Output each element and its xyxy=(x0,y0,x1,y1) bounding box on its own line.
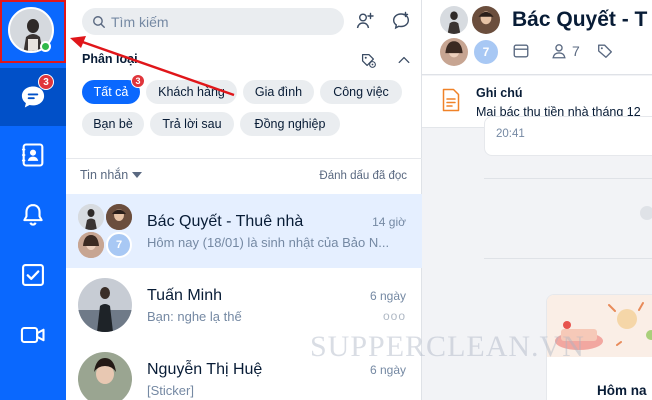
chip-work[interactable]: Công việc xyxy=(320,80,402,104)
conversation-preview: [Sticker] xyxy=(147,383,194,398)
group-avatar-image xyxy=(440,38,468,66)
chat-header: 7 Bác Quyết - T 7 xyxy=(422,0,652,75)
watermark: SUPPERCLEAN.VN xyxy=(310,330,585,363)
note-title: Ghi chú xyxy=(476,86,523,100)
tag-icon xyxy=(598,44,612,58)
chat-title: Bác Quyết - T xyxy=(512,8,648,31)
group-member-avatar xyxy=(78,204,104,230)
chevron-up-icon xyxy=(398,56,410,64)
caret-down-icon xyxy=(132,172,143,178)
group-avatar-image xyxy=(78,204,104,230)
message-filter-label: Tin nhắn xyxy=(80,168,129,182)
create-group-button[interactable] xyxy=(388,8,414,34)
birthday-card-text: Hôm na xyxy=(597,383,647,398)
category-header: Phân loại xyxy=(82,52,138,66)
conversation-preview: Bạn: nghe lạ thế xyxy=(147,309,242,324)
divider xyxy=(66,158,422,159)
group-member-avatar xyxy=(78,232,104,258)
group-info-button[interactable] xyxy=(512,40,530,62)
chip-colleagues[interactable]: Đồng nghiệp xyxy=(240,112,340,136)
divider xyxy=(484,178,652,179)
add-friend-button[interactable] xyxy=(352,8,378,34)
chat-plus-icon xyxy=(392,11,410,30)
search-icon xyxy=(93,15,105,28)
messages-badge: 3 xyxy=(38,74,54,90)
group-avatar-image xyxy=(472,6,500,34)
chip-reply-later[interactable]: Trả lời sau xyxy=(150,112,234,136)
chip-customers[interactable]: Khách hàng xyxy=(146,80,237,104)
chip-label: Bạn bè xyxy=(93,117,133,131)
mark-all-read-link[interactable]: Đánh dấu đã đọc xyxy=(319,170,407,182)
contacts-book-icon xyxy=(21,143,44,167)
chip-family[interactable]: Gia đình xyxy=(243,80,314,104)
rail-messages[interactable]: 3 xyxy=(0,68,66,126)
group-avatar-image xyxy=(106,204,132,230)
chip-label: Tất cả xyxy=(93,85,129,99)
members-button[interactable]: 7 xyxy=(550,40,580,62)
conversation-name: Bác Quyết - Thuê nhà xyxy=(147,213,304,230)
video-camera-icon xyxy=(20,326,45,344)
rail-notifications[interactable] xyxy=(0,186,66,244)
group-avatar-image xyxy=(440,6,468,34)
conversation-time: 6 ngày xyxy=(369,363,406,377)
search-box[interactable] xyxy=(82,8,344,35)
avatar-photo xyxy=(78,278,132,332)
rail-video[interactable] xyxy=(0,306,66,364)
conversation-time: 14 giờ xyxy=(372,215,406,229)
more-options-dots[interactable]: ooo xyxy=(383,309,406,323)
checkbox-icon xyxy=(22,264,44,286)
add-friend-icon xyxy=(356,12,374,29)
conversation-preview: Hôm nay (18/01) là sinh nhật của Bảo N..… xyxy=(147,235,390,250)
conversation-time: 6 ngày xyxy=(369,289,406,303)
user-icon xyxy=(552,44,566,59)
group-member-avatar xyxy=(440,38,468,66)
chip-label: Gia đình xyxy=(254,85,303,99)
avatar-photo xyxy=(78,352,132,400)
rail-contacts[interactable] xyxy=(0,126,66,184)
group-member-avatar xyxy=(440,6,468,34)
collapse-categories-button[interactable] xyxy=(394,50,414,70)
conversation-name: Tuấn Minh xyxy=(147,287,222,304)
divider xyxy=(484,258,652,259)
chip-label: Đồng nghiệp xyxy=(254,117,326,131)
group-member-count: 7 xyxy=(472,38,500,66)
chip-label: Trả lời sau xyxy=(162,117,222,131)
chip-badge: 3 xyxy=(131,74,145,88)
manage-tags-button[interactable] xyxy=(358,50,378,70)
group-member-count: 7 xyxy=(106,232,132,258)
contact-avatar xyxy=(78,352,132,400)
rail-todo[interactable] xyxy=(0,246,66,304)
group-member-avatar xyxy=(472,6,500,34)
chip-label: Công việc xyxy=(333,85,389,99)
conversation-item[interactable]: 7 Bác Quyết - Thuê nhà Hôm nay (18/01) l… xyxy=(66,194,422,268)
chip-friends[interactable]: Bạn bè xyxy=(82,112,144,136)
chip-all[interactable]: Tất cả 3 xyxy=(82,74,145,104)
member-count: 7 xyxy=(572,43,580,59)
message-time: 20:41 xyxy=(496,128,525,140)
search-input[interactable] xyxy=(111,13,331,30)
message-filter-dropdown[interactable]: Tin nhắn xyxy=(80,168,143,182)
tag-button[interactable] xyxy=(596,40,614,62)
tag-settings-icon xyxy=(361,53,376,68)
note-document-icon xyxy=(442,88,460,112)
chip-label: Khách hàng xyxy=(158,85,225,99)
avatar-highlight-box xyxy=(0,0,66,63)
group-avatar-image xyxy=(78,232,104,258)
conversation-name: Nguyễn Thị Huệ xyxy=(147,361,263,378)
card-icon xyxy=(513,44,529,58)
bell-icon xyxy=(23,204,43,226)
nav-rail: 3 xyxy=(0,0,66,400)
group-member-avatar xyxy=(106,204,132,230)
contact-avatar xyxy=(78,278,132,332)
system-avatar-dot xyxy=(634,200,652,226)
